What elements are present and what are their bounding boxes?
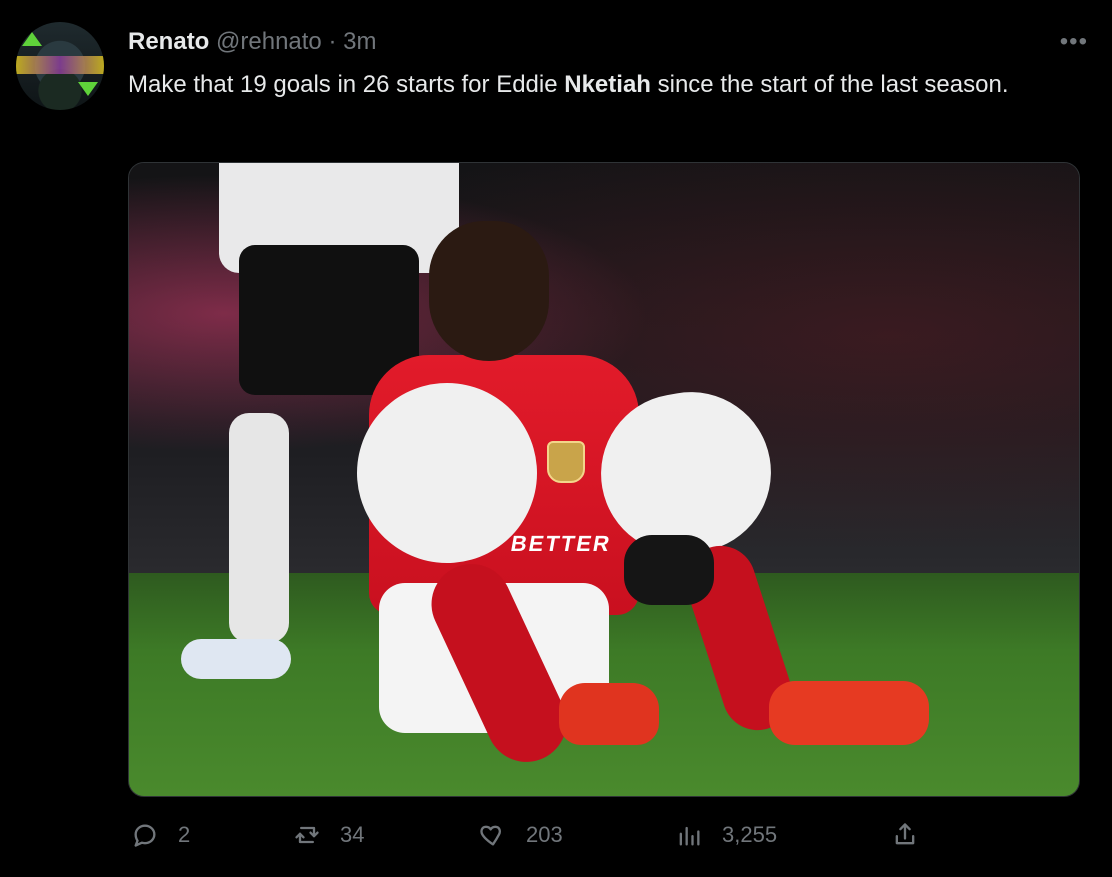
more-icon: ••• xyxy=(1059,28,1088,55)
avatar-triangle-top xyxy=(22,32,42,46)
like-count: 203 xyxy=(526,822,563,847)
tweet: Renato @rehnato · 3m ••• Make that 19 go… xyxy=(0,0,1112,877)
photo-player-gloved-hand xyxy=(624,535,714,605)
share-button[interactable] xyxy=(888,815,922,855)
tweet-header: Renato @rehnato · 3m xyxy=(128,27,376,57)
avatar-banner xyxy=(16,56,104,74)
views-button[interactable]: 3,255 xyxy=(672,815,777,855)
author-name[interactable]: Renato xyxy=(128,28,209,55)
tweet-text-part: since the start of the last season. xyxy=(650,71,1009,98)
retweet-button[interactable]: 34 xyxy=(290,815,364,855)
tweet-time[interactable]: 3m xyxy=(343,28,376,55)
views-count: 3,255 xyxy=(722,822,778,847)
author-handle[interactable]: @rehnato xyxy=(216,28,322,55)
more-options-button[interactable]: ••• xyxy=(1060,30,1088,54)
avatar[interactable] xyxy=(16,22,104,110)
photo-player-boot-left xyxy=(559,683,659,745)
tweet-text-bold: Nketiah xyxy=(564,71,651,98)
photo-bg-player-shoe xyxy=(181,639,291,679)
tweet-text: Make that 19 goals in 26 starts for Eddi… xyxy=(128,66,1078,104)
reply-button[interactable]: 2 xyxy=(128,815,190,855)
photo-shirt-text: BETTER xyxy=(508,531,614,556)
photo-club-badge xyxy=(547,441,585,483)
photo-player-head xyxy=(429,221,549,361)
tweet-actions: 2 34 203 3,255 xyxy=(128,815,1078,855)
heart-icon xyxy=(476,818,510,852)
tweet-text-part: Make that 19 goals in 26 starts for Eddi… xyxy=(128,71,565,98)
avatar-triangle-bottom xyxy=(78,82,98,96)
like-button[interactable]: 203 xyxy=(476,815,563,855)
separator-dot: · xyxy=(328,28,337,55)
reply-icon xyxy=(128,818,162,852)
photo-player-boot-right xyxy=(769,681,929,745)
views-icon xyxy=(672,818,706,852)
tweet-media-photo[interactable]: BETTER xyxy=(128,162,1080,797)
photo-bg-player-leg xyxy=(229,413,289,643)
share-icon xyxy=(888,818,922,852)
retweet-icon xyxy=(290,818,324,852)
retweet-count: 34 xyxy=(340,822,365,847)
reply-count: 2 xyxy=(178,822,191,847)
